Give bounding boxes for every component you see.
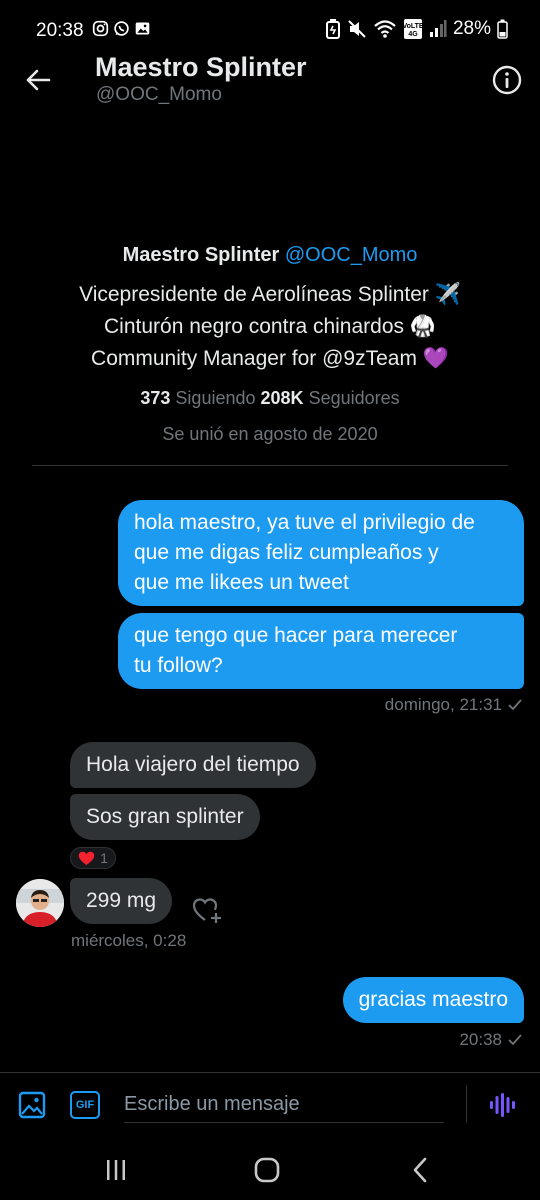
message-meta: 20:38 xyxy=(459,1030,522,1050)
followers-count: 208K xyxy=(260,388,304,408)
status-time: 20:38 xyxy=(36,20,84,41)
profile-summary[interactable]: Maestro Splinter @OOC_Momo Vicepresident… xyxy=(0,244,540,445)
conversation-header: Maestro Splinter @OOC_Momo xyxy=(0,52,540,114)
followers-label: Seguidores xyxy=(308,388,400,408)
chevron-left-icon xyxy=(413,1157,427,1183)
reaction-count: 1 xyxy=(100,850,108,866)
battery-percent: 28% xyxy=(452,18,491,39)
conversation-handle: @OOC_Momo xyxy=(96,84,222,105)
image-icon xyxy=(18,1091,46,1119)
voice-wave-icon xyxy=(490,1093,515,1117)
gallery-icon xyxy=(135,22,150,35)
heart-icon xyxy=(78,851,95,865)
incoming-message[interactable]: Sos gran splinter xyxy=(70,794,260,840)
back-nav-button[interactable] xyxy=(402,1156,438,1184)
recents-icon xyxy=(107,1160,125,1180)
profile-handle[interactable]: @OOC_Momo xyxy=(285,244,418,266)
divider xyxy=(32,465,508,466)
joined-date: Se unió en agosto de 2020 xyxy=(162,424,378,444)
info-icon xyxy=(492,65,522,95)
composer-separator xyxy=(466,1085,467,1123)
add-reaction-icon xyxy=(192,898,221,923)
message-input[interactable] xyxy=(124,1087,444,1123)
message-line: tu follow? xyxy=(134,654,223,677)
outgoing-message[interactable]: gracias maestro xyxy=(342,977,524,1023)
instagram-icon xyxy=(92,20,109,37)
svg-text:VoLTE: VoLTE xyxy=(403,23,423,30)
message-line: que me likees un tweet xyxy=(134,571,349,594)
message-timestamp: miércoles, 0:28 xyxy=(71,931,187,950)
message-timestamp: 20:38 xyxy=(459,1030,502,1049)
back-button[interactable] xyxy=(22,64,54,96)
profile-stats: 373 Siguiendo 208K Seguidores xyxy=(0,388,540,409)
add-reaction-button[interactable] xyxy=(191,895,223,925)
home-icon xyxy=(254,1157,280,1183)
bio-line: Community Manager for @9zTeam 💜 xyxy=(91,347,449,370)
profile-name-line: Maestro Splinter @OOC_Momo xyxy=(0,244,540,267)
message-line: que me digas feliz cumpleaños y xyxy=(134,541,439,564)
message-timestamp: domingo, 21:31 xyxy=(384,695,502,714)
battery-icon xyxy=(497,19,508,39)
bio-line: Vicepresidente de Aerolíneas Splinter ✈️ xyxy=(79,283,461,306)
home-button[interactable] xyxy=(249,1156,285,1184)
sent-check-icon xyxy=(508,1034,522,1046)
whatsapp-icon xyxy=(114,21,129,36)
outgoing-message[interactable]: hola maestro, ya tuve el privilegio de q… xyxy=(118,500,524,606)
battery-saver-icon xyxy=(325,19,340,39)
profile-name: Maestro Splinter xyxy=(122,244,280,266)
system-navigation-bar xyxy=(0,1140,540,1200)
conversation-name: Maestro Splinter xyxy=(95,52,307,82)
sender-avatar[interactable] xyxy=(16,879,64,927)
bio-line: Cinturón negro contra chinardos 🥋 xyxy=(104,315,436,338)
following-count: 373 xyxy=(140,388,171,408)
profile-bio: Vicepresidente de Aerolíneas Splinter ✈️… xyxy=(0,279,540,375)
avatar-image xyxy=(16,879,64,927)
message-meta: domingo, 21:31 xyxy=(385,695,522,715)
svg-text:4G: 4G xyxy=(408,31,418,38)
sent-check-icon xyxy=(508,699,522,711)
gif-button[interactable]: GIF xyxy=(70,1091,100,1119)
system-icons: VoLTE 4G 28% xyxy=(325,18,508,40)
incoming-message[interactable]: 299 mg xyxy=(70,878,173,924)
wifi-icon xyxy=(374,20,396,38)
message-line: hola maestro, ya tuve el privilegio de xyxy=(134,511,475,534)
back-arrow-icon xyxy=(26,69,51,91)
info-button[interactable] xyxy=(492,65,522,95)
message-meta: miércoles, 0:28 xyxy=(71,931,186,951)
add-image-button[interactable] xyxy=(18,1091,46,1124)
message-composer: GIF xyxy=(0,1072,540,1134)
notification-icons xyxy=(92,20,151,37)
voice-message-button[interactable] xyxy=(488,1091,516,1124)
incoming-message[interactable]: Hola viajero del tiempo xyxy=(70,742,316,788)
mute-icon xyxy=(348,20,366,38)
volte-icon: VoLTE4G xyxy=(403,19,423,39)
following-label: Siguiendo xyxy=(175,388,256,408)
signal-icon xyxy=(429,20,447,37)
message-line: que tengo que hacer para merecer xyxy=(134,624,458,647)
recent-apps-button[interactable] xyxy=(98,1156,134,1184)
outgoing-message[interactable]: que tengo que hacer para merecer tu foll… xyxy=(118,613,524,689)
reaction-badge[interactable]: 1 xyxy=(70,847,116,869)
